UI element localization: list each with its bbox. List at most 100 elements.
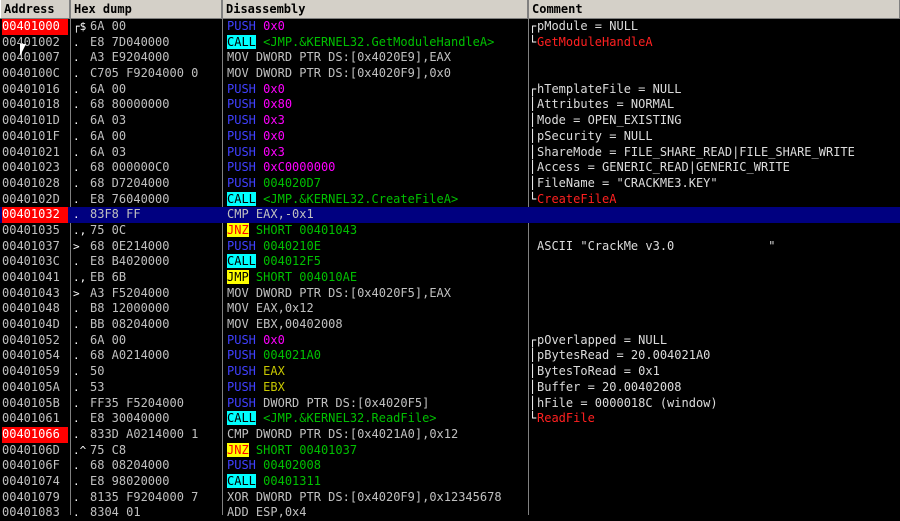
hex-dump-cell[interactable]: 6A 03 — [90, 113, 222, 129]
address-cell[interactable]: 00401048 — [2, 301, 68, 317]
hex-dump-cell[interactable]: E8 76040000 — [90, 192, 222, 208]
table-row[interactable]: 0040102D. E8 76040000 CALL <JMP.&KERNEL32.… — [0, 191, 900, 208]
table-row[interactable]: 00401018. 68 80000000 PUSH 0x80 │ Attributes… — [0, 97, 900, 113]
address-cell[interactable]: 00401000 — [2, 19, 68, 35]
comment-cell[interactable]: pOverlapped = NULL — [537, 333, 897, 349]
hex-dump-cell[interactable]: EB 6B — [90, 270, 222, 286]
address-cell[interactable]: 00401002 — [2, 35, 68, 51]
hex-dump-cell[interactable]: 8135 F9204000 7 — [90, 490, 222, 506]
address-cell[interactable]: 00401043 — [2, 286, 68, 302]
address-cell[interactable]: 0040101D — [2, 113, 68, 129]
hex-dump-cell[interactable]: 6A 00 — [90, 82, 222, 98]
table-row[interactable]: 00401021. 6A 03 PUSH 0x3 │ ShareMode = FILE_… — [0, 145, 900, 161]
comment-cell[interactable]: Buffer = 20.00402008 — [537, 380, 897, 396]
table-row[interactable]: 00401016. 6A 00 PUSH 0x0 ┌ hTemplateFile = N… — [0, 82, 900, 98]
comment-cell[interactable]: hTemplateFile = NULL — [537, 82, 897, 98]
disassembly-cell[interactable]: MOV EBX,00402008 — [227, 317, 527, 333]
address-cell[interactable]: 00401021 — [2, 145, 68, 161]
hex-dump-cell[interactable]: 68 0E214000 — [90, 239, 222, 255]
table-row[interactable]: 00401054. 68 A0214000 PUSH 004021A0 │ pBytes… — [0, 348, 900, 364]
disassembly-cell[interactable]: PUSH EAX — [227, 364, 527, 380]
address-cell[interactable]: 00401007 — [2, 50, 68, 66]
table-row[interactable]: 00401007. A3 E9204000 MOV DWORD PTR DS:[0x… — [0, 50, 900, 66]
address-cell[interactable]: 00401052 — [2, 333, 68, 349]
address-cell[interactable]: 0040104D — [2, 317, 68, 333]
hex-dump-cell[interactable]: 75 0C — [90, 223, 222, 239]
address-cell[interactable]: 0040101F — [2, 129, 68, 145]
table-row[interactable]: 00401043 > A3 F5204000 MOV DWORD PTR DS:[0x… — [0, 286, 900, 302]
disassembly-cell[interactable]: PUSH EBX — [227, 380, 527, 396]
table-row[interactable]: 00401002. E8 7D040000 CALL <JMP.&KERNEL32.… — [0, 34, 900, 51]
disassembly-cell[interactable]: MOV DWORD PTR DS:[0x4020F5],EAX — [227, 286, 527, 302]
comment-cell[interactable]: BytesToRead = 0x1 — [537, 364, 897, 380]
table-row[interactable]: 0040100C. C705 F9204000 0 MOV DWORD PTR DS… — [0, 66, 900, 82]
address-cell[interactable]: 00401023 — [2, 160, 68, 176]
hex-dump-cell[interactable]: 68 A0214000 — [90, 348, 222, 364]
address-cell[interactable]: 0040100C — [2, 66, 68, 82]
comment-cell[interactable]: ReadFile — [537, 411, 897, 427]
table-row[interactable]: 0040105A. 53 PUSH EBX │ Buffer = 20.00402008 — [0, 380, 900, 396]
address-cell[interactable]: 00401041 — [2, 270, 68, 286]
hex-dump-cell[interactable]: 6A 03 — [90, 145, 222, 161]
address-cell[interactable]: 0040105A — [2, 380, 68, 396]
address-cell[interactable]: 00401083 — [2, 505, 68, 521]
hex-dump-cell[interactable]: 68 08204000 — [90, 458, 222, 474]
table-row[interactable]: 0040105B. FF35 F5204000 PUSH DWORD PTR DS:… — [0, 396, 900, 412]
table-row[interactable]: 0040106D .^ 75 C8 JNZ SHORT 00401037 — [0, 442, 900, 459]
hex-dump-cell[interactable]: 68 000000C0 — [90, 160, 222, 176]
disassembly-cell[interactable]: CALL <JMP.&KERNEL32.GetModuleHandleA> — [227, 34, 527, 51]
hex-dump-cell[interactable]: 75 C8 — [90, 443, 222, 459]
disassembly-cell[interactable]: PUSH 0x80 — [227, 97, 527, 113]
comment-cell[interactable]: Mode = OPEN_EXISTING — [537, 113, 897, 129]
hex-dump-cell[interactable]: 50 — [90, 364, 222, 380]
table-row[interactable]: 00401083. 8304 01 ADD ESP,0x4 — [0, 505, 900, 521]
hex-dump-cell[interactable]: BB 08204000 — [90, 317, 222, 333]
disassembly-cell[interactable]: JNZ SHORT 00401037 — [227, 442, 527, 459]
column-header-address[interactable]: Address — [0, 0, 70, 18]
disassembly-cell[interactable]: PUSH 0x3 — [227, 113, 527, 129]
disassembly-cell[interactable]: PUSH 0040210E — [227, 239, 527, 255]
disassembly-cell[interactable]: PUSH 0x0 — [227, 82, 527, 98]
comment-cell[interactable]: ShareMode = FILE_SHARE_READ|FILE_SHARE_W… — [537, 145, 897, 161]
table-row[interactable]: 0040103C. E8 B4020000 CALL 004012F5 — [0, 254, 900, 270]
disassembly-cell[interactable]: MOV DWORD PTR DS:[0x4020E9],EAX — [227, 50, 527, 66]
address-cell[interactable]: 00401079 — [2, 490, 68, 506]
comment-cell[interactable]: pBytesRead = 20.004021A0 — [537, 348, 897, 364]
address-cell[interactable]: 00401016 — [2, 82, 68, 98]
table-row[interactable]: 00401028. 68 D7204000 PUSH 004020D7 │ FileNa… — [0, 176, 900, 192]
disassembly-cell[interactable]: PUSH 0x0 — [227, 333, 527, 349]
hex-dump-cell[interactable]: C705 F9204000 0 — [90, 66, 222, 82]
comment-cell[interactable]: pModule = NULL — [537, 19, 897, 35]
comment-cell[interactable]: ASCII "CrackMe v3.0 " — [537, 239, 897, 255]
comment-cell[interactable]: Access = GENERIC_READ|GENERIC_WRITE — [537, 160, 897, 176]
column-header-disassembly[interactable]: Disassembly — [222, 0, 528, 18]
disassembly-cell[interactable]: PUSH 0x0 — [227, 129, 527, 145]
hex-dump-cell[interactable]: 6A 00 — [90, 129, 222, 145]
table-row[interactable]: 0040101F. 6A 00 PUSH 0x0 │ pSecurity = NULL — [0, 129, 900, 145]
address-cell[interactable]: 00401035 — [2, 223, 68, 239]
table-row[interactable]: 00401000 ┌$ 6A 00 PUSH 0x0 ┌ pModule = NULL — [0, 19, 900, 35]
column-header-hex[interactable]: Hex dump — [70, 0, 222, 18]
table-row[interactable]: 00401032. 83F8 FF CMP EAX,-0x1 — [0, 207, 900, 223]
hex-dump-cell[interactable]: 8304 01 — [90, 505, 222, 521]
hex-dump-cell[interactable]: 833D A0214000 1 — [90, 427, 222, 443]
hex-dump-cell[interactable]: 68 80000000 — [90, 97, 222, 113]
table-row[interactable]: 00401061. E8 30040000 CALL <JMP.&KERNEL32.… — [0, 411, 900, 427]
comment-cell[interactable]: Attributes = NORMAL — [537, 97, 897, 113]
disassembly-cell[interactable]: CALL <JMP.&KERNEL32.ReadFile> — [227, 411, 527, 427]
address-cell[interactable]: 0040106D — [2, 443, 68, 459]
hex-dump-cell[interactable]: 53 — [90, 380, 222, 396]
disassembly-cell[interactable]: PUSH 0xC0000000 — [227, 160, 527, 176]
address-cell[interactable]: 00401061 — [2, 411, 68, 427]
disassembly-cell[interactable]: PUSH 0x0 — [227, 19, 527, 35]
address-cell[interactable]: 00401032 — [2, 207, 68, 223]
hex-dump-cell[interactable]: 6A 00 — [90, 19, 222, 35]
disassembly-cell[interactable]: CALL <JMP.&KERNEL32.CreateFileA> — [227, 191, 527, 208]
table-row[interactable]: 00401066. 833D A0214000 1 CMP DWORD PTR DS… — [0, 426, 900, 443]
table-row[interactable]: 00401035., 75 0C JNZ SHORT 00401043 — [0, 222, 900, 239]
hex-dump-cell[interactable]: 6A 00 — [90, 333, 222, 349]
hex-dump-cell[interactable]: 68 D7204000 — [90, 176, 222, 192]
hex-dump-cell[interactable]: E8 30040000 — [90, 411, 222, 427]
table-row[interactable]: 00401059. 50 PUSH EAX │ BytesToRead = 0x1 — [0, 364, 900, 380]
table-row[interactable]: 0040106F. 68 08204000 PUSH 00402008 — [0, 458, 900, 474]
